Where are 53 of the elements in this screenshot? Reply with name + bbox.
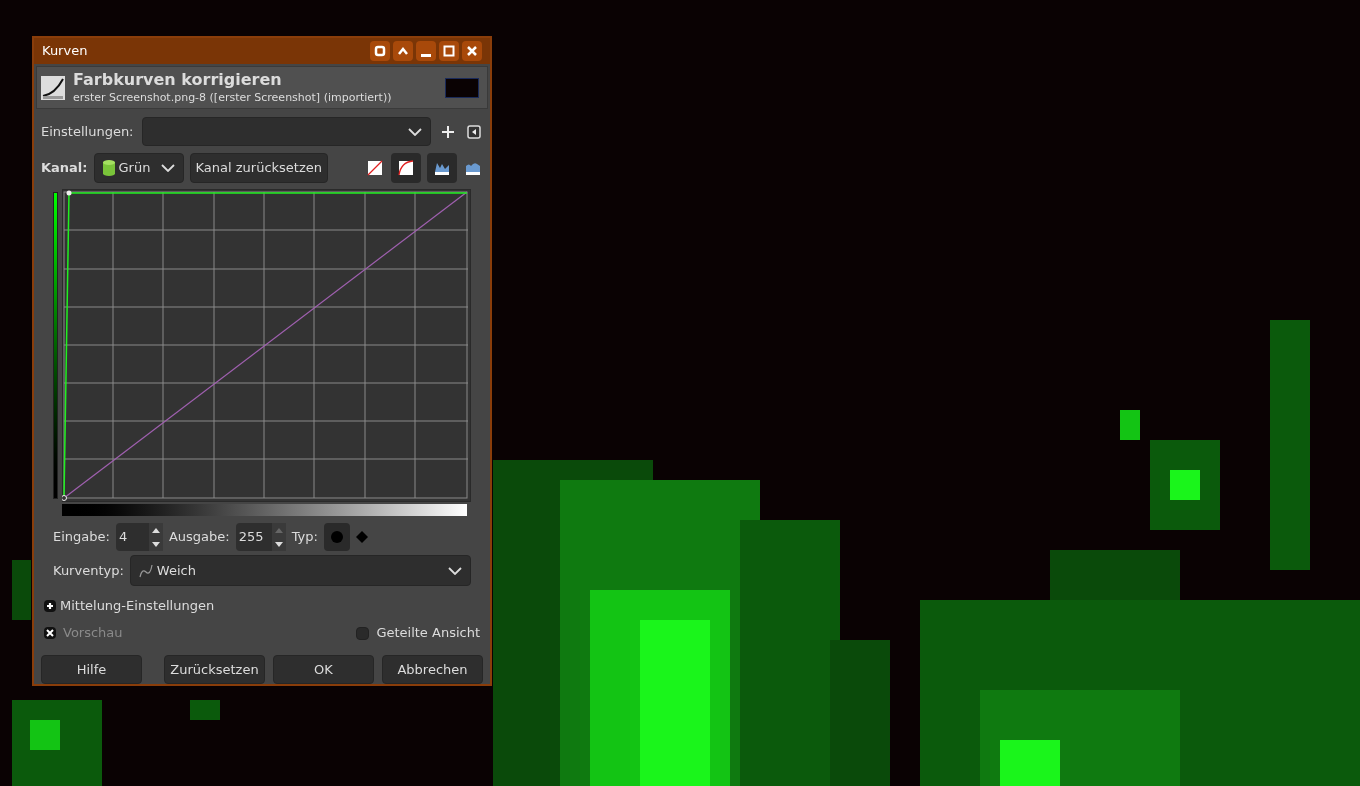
dialog-button[interactable]: Abbrechen [382,655,483,684]
maximize-icon [443,45,455,57]
settings-button[interactable] [370,41,390,61]
circle-icon [329,530,344,544]
curve-type-dropdown[interactable]: Weich [129,555,471,586]
dialog-title: Farbkurven korrigieren [73,69,283,90]
ring-icon [374,45,386,57]
curve-type-label: Kurventyp: [53,561,124,580]
menu-button[interactable] [465,122,483,141]
averaging-expander[interactable]: Mittelung-Einstellungen [34,596,490,616]
arrow-down-icon [151,541,160,547]
arrow-up-icon [274,527,283,533]
color-swatch [445,77,479,98]
type-label: Typ: [291,528,318,547]
channel-label: Kanal: [41,159,88,178]
dialog-button[interactable]: OK [273,655,374,684]
input-label: Eingabe: [53,528,110,547]
plus-icon [441,124,455,139]
output-spinbox[interactable]: 255 [235,523,286,551]
close-button[interactable] [462,41,482,61]
cross-mark-icon [46,629,54,637]
view-toggle-button[interactable] [391,153,421,183]
chevron-down-icon [160,164,175,172]
reset-channel-button[interactable]: Kanal zurücksetzen [189,153,328,183]
arrow-up-icon [151,527,160,533]
curve-icon [398,160,414,176]
dialog-button[interactable]: Zurücksetzen [164,655,265,684]
histogram-icon [465,160,481,176]
close-icon [466,45,478,57]
dialog-button[interactable]: Hilfe [41,655,142,684]
arrow-down-icon [274,541,283,547]
curves-icon [41,75,65,100]
channel-dropdown[interactable]: Grün [93,153,184,183]
curve-icon [367,160,383,176]
view-toggle-button[interactable] [427,153,457,183]
input-spinbox[interactable]: 4 [115,523,163,551]
chevron-down-icon [448,566,462,575]
triangle-left-icon [467,124,481,139]
chevron-down-icon [408,127,422,136]
caret-up-icon [397,47,409,55]
output-label: Ausgabe: [168,528,230,547]
cylinder-icon [102,160,115,176]
settings-label: Einstellungen: [41,122,134,141]
minimize-icon [421,53,431,57]
curve-icon [138,563,153,578]
maximize-button[interactable] [439,41,459,61]
split-view-checkbox[interactable]: Geteilte Ansicht [356,623,480,643]
image-name: erster Screenshot.png-8 ([erster Screenshot] (importiert)) [73,89,393,106]
diamond-icon [354,530,369,544]
shade-button[interactable] [393,41,413,61]
window-title: Kurven [42,42,89,61]
minimize-button[interactable] [416,41,436,61]
pixel-pattern-drawing [12,560,31,620]
